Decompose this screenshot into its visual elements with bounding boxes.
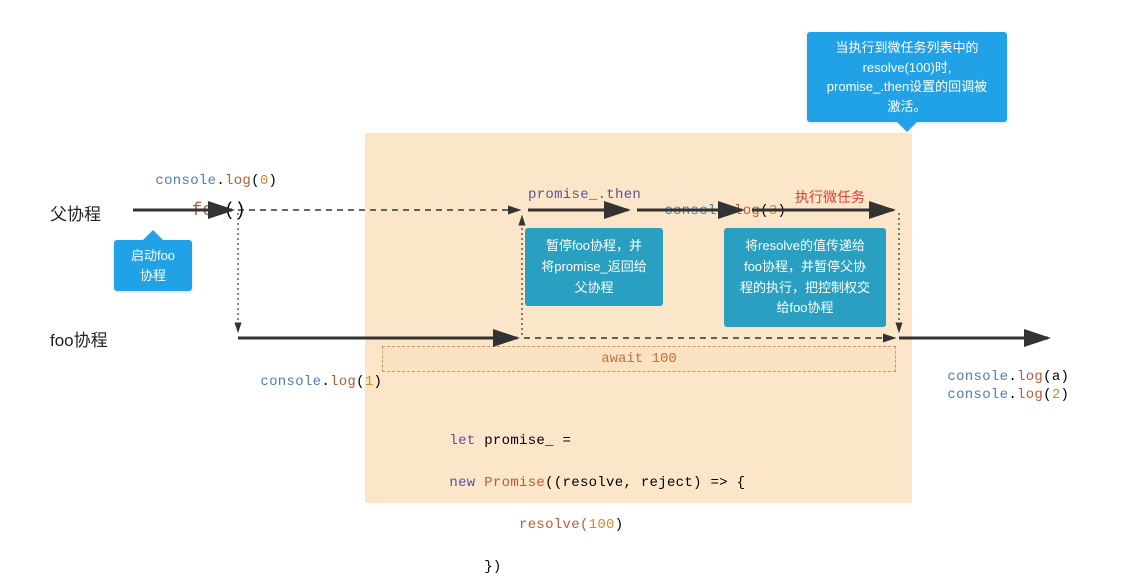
- callout-resolve-pass: 将resolve的值传递给 foo协程，并暂停父协 程的执行，把控制权交 给fo…: [724, 228, 886, 327]
- code-promise-definition: let promise_ = new Promise((resolve, rej…: [432, 410, 745, 578]
- label-foo-coroutine: foo协程: [50, 326, 108, 351]
- await-box: await 100: [382, 346, 896, 372]
- label-parent-coroutine: 父协程: [50, 200, 101, 225]
- callout-pause-foo: 暂停foo协程，并 将promise_返回给 父协程: [525, 228, 663, 306]
- code-console-log-3: console.log(3): [647, 187, 786, 219]
- code-console-log-1: console.log(1): [243, 358, 382, 390]
- callout-microtask-resolve: 当执行到微任务列表中的 resolve(100)时, promise_.then…: [807, 32, 1007, 122]
- code-foo-call: foo(): [170, 181, 246, 221]
- callout-start-foo: 启动foo 协程: [114, 240, 192, 291]
- code-console-log-2: console.log(2): [930, 371, 1069, 403]
- code-promise-then: promise_.then: [528, 187, 641, 203]
- label-exec-microtask: 执行微任务: [795, 187, 865, 207]
